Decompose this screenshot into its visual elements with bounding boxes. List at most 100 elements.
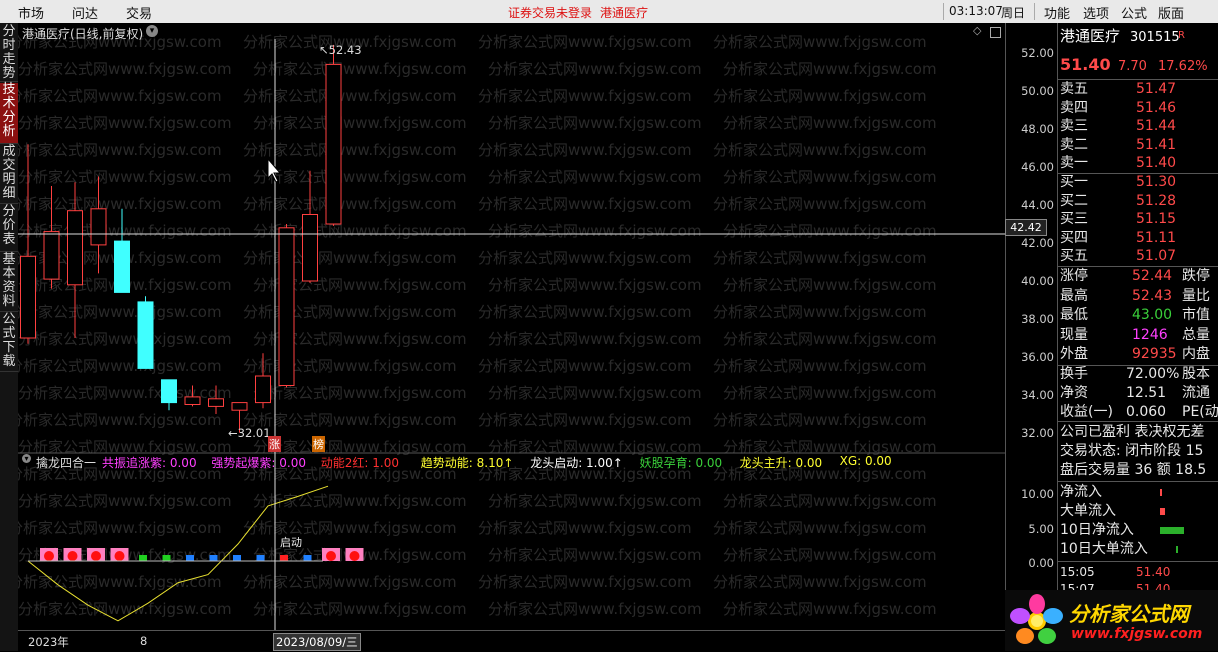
ind-tick: 5.00 — [1028, 522, 1054, 536]
tab-intraday[interactable]: 分时走势 — [0, 25, 18, 82]
menu-trade[interactable]: 交易 — [126, 3, 152, 22]
watermark-text: 分析家公式网www.fxjgsw.com — [488, 546, 702, 564]
info-line: 公司已盈利 表决权无差 — [1060, 424, 1205, 440]
watermark-text: 分析家公式网www.fxjgsw.com — [713, 303, 927, 321]
stat-label: 最高 — [1060, 287, 1088, 304]
ind-tick: 10.00 — [1021, 487, 1054, 501]
stat-label-right: 总量 — [1182, 326, 1210, 343]
menu-market[interactable]: 市场 — [18, 3, 44, 22]
indicator-start-text: 启动 — [280, 536, 302, 549]
kline-svg[interactable]: 分析家公式网www.fxjgsw.com 分析家公式网www.fxjgsw.com… — [8, 23, 1005, 630]
menu-formula[interactable]: 公式 — [1121, 3, 1147, 22]
watermark-text: 分析家公式网www.fxjgsw.com — [488, 600, 702, 618]
diamond-icon[interactable]: ◇ — [973, 24, 981, 37]
bid-price: 51.11 — [1136, 229, 1177, 246]
flow-row: 净流入 — [1060, 484, 1102, 500]
menu-options[interactable]: 选项 — [1083, 3, 1109, 22]
price-tick: 52.00 — [1021, 46, 1054, 60]
high-value: 52.43 — [328, 43, 362, 57]
watermark-text: 分析家公式网www.fxjgsw.com — [18, 60, 232, 78]
logo-url: www.fxjgsw.com — [1071, 626, 1203, 642]
stat-label: 外盘 — [1060, 346, 1088, 362]
indicator-block — [280, 555, 288, 561]
indicator-block — [256, 555, 265, 561]
indicator-value-3: 趋势动能: 8.10↑ — [420, 456, 514, 470]
date-axis: 2023年 8 2023/08/09/三 — [18, 630, 1005, 652]
login-status[interactable]: 证券交易未登录 — [508, 4, 592, 21]
stat-value: 92935 — [1132, 346, 1177, 362]
price-tick: 32.00 — [1021, 426, 1054, 440]
menu-function[interactable]: 功能 — [1044, 3, 1070, 22]
signal-tag-bang: 榜 — [312, 436, 325, 452]
watermark-text: 分析家公式网www.fxjgsw.com — [723, 330, 937, 348]
indicator-menu-icon[interactable]: ▾ — [22, 454, 31, 463]
tab-formula-download[interactable]: 公式下载 — [0, 313, 18, 372]
tab-trades[interactable]: 成交明细 — [0, 145, 18, 204]
bid-label: 买三 — [1060, 211, 1088, 227]
menu-wenda[interactable]: 问达 — [72, 3, 98, 22]
indicator-block — [303, 555, 312, 561]
watermark-text: 分析家公式网www.fxjgsw.com — [478, 519, 692, 537]
watermark-text: 分析家公式网www.fxjgsw.com — [253, 384, 467, 402]
indicator-block — [345, 548, 364, 561]
watermark-text: 分析家公式网www.fxjgsw.com — [713, 33, 927, 51]
stat-value: 1246 — [1132, 326, 1168, 343]
bid-price: 51.30 — [1136, 174, 1177, 190]
axis-cursor-date: 2023/08/09/三 — [273, 633, 361, 651]
stat-label-right: 市值 — [1182, 307, 1210, 323]
stat-label: 现量 — [1060, 326, 1088, 343]
kline-candle[interactable] — [302, 170, 318, 283]
stat-label-right: 跌停 — [1182, 268, 1210, 284]
indicator-block — [139, 555, 147, 561]
watermark-text: 分析家公式网www.fxjgsw.com — [478, 573, 692, 591]
price-tick: 40.00 — [1021, 274, 1054, 288]
stock-code-flag: R — [1178, 30, 1185, 41]
logo-text: 分析家公式网 — [1069, 602, 1189, 626]
watermark-text: 分析家公式网www.fxjgsw.com — [488, 492, 702, 510]
tab-price-table[interactable]: 分价表 — [0, 205, 18, 252]
watermark-text: 分析家公式网www.fxjgsw.com — [488, 276, 702, 294]
watermark-text: 分析家公式网www.fxjgsw.com — [478, 195, 692, 213]
tab-technical[interactable]: 技术分析 — [0, 83, 18, 144]
menu-layout[interactable]: 版面 — [1158, 3, 1184, 22]
top-menu-bar: 市场 问达 交易 证券交易未登录 港通医疗 03:13:07 周日 功能 选项 … — [0, 0, 1218, 24]
indicator-block — [322, 548, 340, 561]
price-change: 7.70 — [1118, 59, 1147, 74]
axis-month: 8 — [140, 634, 148, 648]
watermark-text: 分析家公式网www.fxjgsw.com — [723, 60, 937, 78]
price-tick: 36.00 — [1021, 350, 1054, 364]
chart-title: 港通医疗(日线,前复权) — [22, 27, 144, 41]
kline-candle[interactable] — [278, 224, 295, 388]
chevron-down-icon[interactable]: ▾ — [146, 25, 158, 37]
indicator-value-5: 妖股孕育: 0.00 — [639, 456, 723, 470]
watermark-text: 分析家公式网www.fxjgsw.com — [713, 249, 927, 267]
ind-tick: 0.00 — [1028, 556, 1054, 570]
stat-label-right: 内盘 — [1182, 346, 1210, 362]
watermark-text: 分析家公式网www.fxjgsw.com — [723, 384, 937, 402]
indicator-name[interactable]: 擒龙四合一 — [36, 454, 96, 471]
indicator-block — [186, 555, 194, 561]
tab-fundamentals[interactable]: 基本资料 — [0, 253, 18, 312]
price-tick: 48.00 — [1021, 122, 1054, 136]
kline-candle[interactable] — [137, 296, 154, 369]
watermark-text: 分析家公式网www.fxjgsw.com — [18, 168, 232, 186]
stat-value: 12.51 — [1126, 385, 1167, 401]
indicator-block — [40, 548, 58, 561]
ask-price: 51.40 — [1136, 155, 1177, 171]
stock-name-link[interactable]: 港通医疗 — [600, 4, 648, 21]
watermark-text: 分析家公式网www.fxjgsw.com — [723, 546, 937, 564]
indicator-block — [209, 555, 218, 561]
left-vertical-tabs: 分时走势 技术分析 成交明细 分价表 基本资料 公式下载 — [0, 23, 18, 651]
kline-candle[interactable] — [325, 44, 342, 226]
watermark-text: 分析家公式网www.fxjgsw.com — [18, 492, 232, 510]
kline-chart-area[interactable]: 分析家公式网www.fxjgsw.com 分析家公式网www.fxjgsw.com… — [8, 23, 1005, 630]
watermark-text: 分析家公式网www.fxjgsw.com — [713, 141, 927, 159]
kline-candle[interactable] — [161, 379, 177, 411]
stat-label-right: PE(动 — [1182, 404, 1218, 420]
watermark-text: 分析家公式网www.fxjgsw.com — [18, 303, 222, 321]
watermark-text: 分析家公式网www.fxjgsw.com — [488, 330, 702, 348]
watermark-text: 分析家公式网www.fxjgsw.com — [18, 411, 222, 429]
ask-label: 卖二 — [1060, 136, 1088, 153]
window-toggle-icon[interactable] — [990, 27, 1001, 38]
ask-label: 卖五 — [1060, 81, 1088, 97]
